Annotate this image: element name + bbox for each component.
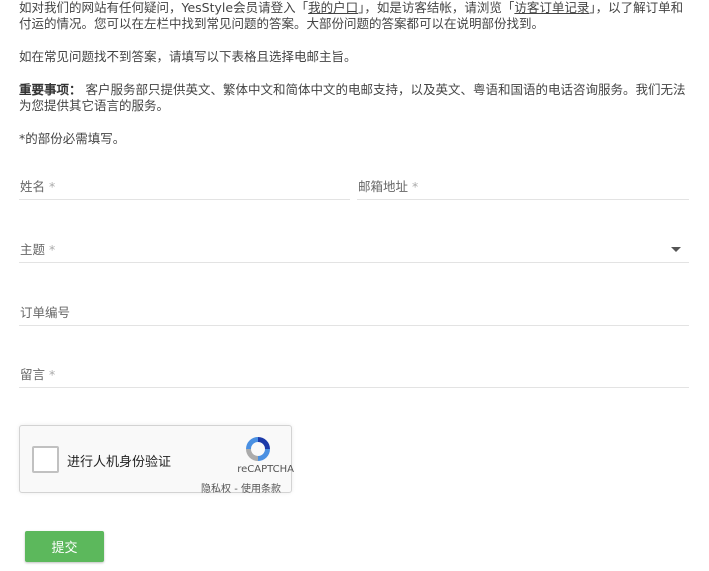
recaptcha-checkbox[interactable] [32,446,59,473]
message-field-label: 留言 * [20,367,56,382]
order-number-field-label: 订单编号 [20,305,71,320]
important-label: 重要事项： [19,82,82,97]
subject-select-label: 主题 * [20,242,56,257]
email-field-label: 邮箱地址 * [358,179,419,194]
important-text: 客户服务部只提供英文、繁体中文和简体中文的电邮支持，以及英文、粤语和国语的电话咨… [19,82,686,113]
guest-order-history-link[interactable]: 访客订单记录 [514,0,589,15]
recaptcha-privacy-terms-links[interactable]: 隐私权 - 使用条款 [201,480,281,495]
chevron-down-icon [671,247,681,252]
intro-paragraph-3: 重要事项： 客户服务部只提供英文、繁体中文和简体中文的电邮支持，以及英文、粤语和… [19,82,694,114]
intro-paragraph-2: 如在常见问题找不到答案，请填写以下表格且选择电邮主旨。 [19,49,357,64]
intro-text-1a: 如对我们的网站有任何疑问，YesStyle会员请登入「 [19,0,309,15]
submit-button[interactable]: 提交 [25,531,104,562]
my-account-link[interactable]: 我的户口 [308,0,358,15]
name-field-label: 姓名 * [20,179,56,194]
intro-text-1b: 」，如是访客结帐，请浏览「 [358,0,515,15]
email-field[interactable]: 邮箱地址 * [357,170,689,200]
intro-text: 如对我们的网站有任何疑问，YesStyle会员请登入「我的户口」，如是访客结帐，… [19,0,694,164]
recaptcha-logo-icon [246,437,270,461]
required-note: *的部份必需填写。 [19,131,126,146]
name-field[interactable]: 姓名 * [19,170,350,200]
recaptcha-widget: 进行人机身份验证 reCAPTCHA 隐私权 - 使用条款 [19,425,294,495]
recaptcha-label: 进行人机身份验证 [67,455,172,470]
recaptcha-brand: reCAPTCHA [237,464,294,475]
order-number-field[interactable]: 订单编号 [19,296,689,326]
intro-paragraph-1: 如对我们的网站有任何疑问，YesStyle会员请登入「我的户口」，如是访客结帐，… [19,0,694,32]
message-field[interactable]: 留言 * [19,359,689,388]
subject-select[interactable]: 主题 * [19,231,689,263]
